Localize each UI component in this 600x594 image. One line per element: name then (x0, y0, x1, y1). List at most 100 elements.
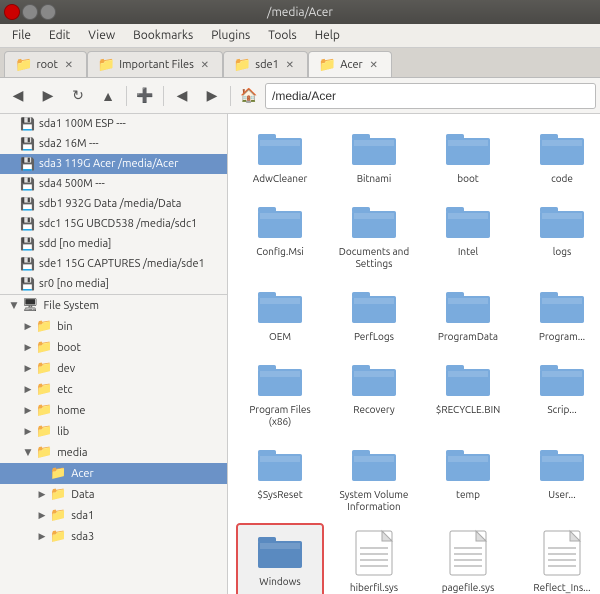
drive-label: sda2 16M --- (39, 138, 99, 150)
file-item[interactable]: logs (518, 195, 600, 276)
tab-important-files[interactable]: 📁 Important Files ✕ (87, 51, 223, 77)
file-name: AdwCleaner (253, 173, 308, 185)
tree-item-label: home (57, 405, 85, 417)
close-button[interactable] (4, 4, 20, 20)
nav-right-button[interactable]: ▶ (198, 82, 226, 110)
file-item[interactable]: Program... (518, 280, 600, 349)
tab-important-files-close[interactable]: ✕ (198, 58, 212, 72)
drive-label: sda4 500M --- (39, 178, 105, 190)
file-item[interactable]: Recovery (330, 353, 418, 434)
file-item[interactable]: boot (424, 122, 512, 191)
drive-item[interactable]: 💾sdc1 15G UBCD538 /media/sdc1 (0, 214, 227, 234)
file-item[interactable]: Program Files (x86) (236, 353, 324, 434)
tree-folder-icon: 🖥 (22, 298, 39, 313)
tab-sde1[interactable]: 📁 sde1 ✕ (223, 51, 308, 77)
tree-item-label: Acer (71, 468, 93, 480)
tree-item[interactable]: ▶📁sda3 (0, 526, 227, 547)
menu-help[interactable]: Help (307, 27, 348, 44)
drive-item[interactable]: 💾sda3 119G Acer /media/Acer (0, 154, 227, 174)
tree-toggle-icon[interactable]: ▶ (22, 405, 34, 416)
tab-root-close[interactable]: ✕ (62, 58, 76, 72)
tree-toggle-icon[interactable]: ▼ (8, 300, 20, 311)
file-item[interactable]: Scrip... (518, 353, 600, 434)
file-item[interactable]: AdwCleaner (236, 122, 324, 191)
menu-tools[interactable]: Tools (260, 27, 305, 44)
tab-sde1-close[interactable]: ✕ (283, 58, 297, 72)
drive-item[interactable]: 💾sda4 500M --- (0, 174, 227, 194)
back-button[interactable]: ◀ (4, 82, 32, 110)
tab-sde1-icon: 📁 (234, 56, 251, 73)
tab-acer[interactable]: 📁 Acer ✕ (308, 51, 392, 77)
folder-icon (256, 531, 304, 574)
drive-item[interactable]: 💾sr0 [no media] (0, 274, 227, 294)
tree-item[interactable]: ▼🖥File System (0, 295, 227, 316)
tree-item-label: bin (57, 321, 72, 333)
file-item[interactable]: Documents and Settings (330, 195, 418, 276)
file-item[interactable]: User... (518, 438, 600, 519)
tree-toggle-icon[interactable]: ▶ (22, 426, 34, 437)
file-item[interactable]: ProgramData (424, 280, 512, 349)
drive-item[interactable]: 💾sde1 15G CAPTURES /media/sde1 (0, 254, 227, 274)
file-item[interactable]: Config.Msi (236, 195, 324, 276)
tree-toggle-icon[interactable]: ▼ (22, 447, 34, 458)
drive-item[interactable]: 💾sdd [no media] (0, 234, 227, 254)
tree-item[interactable]: ▶📁sda1 (0, 505, 227, 526)
tree-list: ▼🖥File System▶📁bin▶📁boot▶📁dev▶📁etc▶📁home… (0, 295, 227, 547)
file-item[interactable]: OEM (236, 280, 324, 349)
menu-view[interactable]: View (80, 27, 123, 44)
tree-item[interactable]: ▶📁home (0, 400, 227, 421)
up-button[interactable]: ▲ (94, 82, 122, 110)
tree-item[interactable]: ▶📁Data (0, 484, 227, 505)
tree-toggle-icon[interactable]: ▶ (36, 489, 48, 500)
tree-toggle-icon[interactable]: ▶ (22, 342, 34, 353)
right-panel[interactable]: AdwCleaner Bitnamibootcode Config.MsiDocum… (228, 114, 600, 594)
file-name: OEM (269, 331, 291, 343)
file-item[interactable]: temp (424, 438, 512, 519)
window-controls[interactable] (4, 4, 56, 20)
folder-icon (444, 444, 492, 487)
nav-left-button[interactable]: ◀ (168, 82, 196, 110)
tree-toggle-icon[interactable]: ▶ (22, 384, 34, 395)
tree-toggle-icon[interactable]: ▶ (36, 510, 48, 521)
file-item[interactable]: Intel (424, 195, 512, 276)
file-item[interactable]: Windows (236, 523, 324, 594)
tab-root[interactable]: 📁 root ✕ (4, 51, 87, 77)
refresh-button[interactable]: ↻ (64, 82, 92, 110)
forward-button[interactable]: ▶ (34, 82, 62, 110)
tree-toggle-icon[interactable]: ▶ (22, 363, 34, 374)
tree-item[interactable]: ▶📁dev (0, 358, 227, 379)
new-folder-button[interactable]: ➕ (131, 82, 159, 110)
file-item[interactable]: $RECYCLE.BIN (424, 353, 512, 434)
drive-list: 💾sda1 100M ESP ---💾sda2 16M ---💾sda3 119… (0, 114, 227, 294)
home-button[interactable]: 🏠 (235, 82, 263, 110)
file-item[interactable]: Reflect_Ins... (518, 523, 600, 594)
drive-item[interactable]: 💾sdb1 932G Data /media/Data (0, 194, 227, 214)
file-item[interactable]: hiberfil.sys (330, 523, 418, 594)
file-item[interactable]: System Volume Information (330, 438, 418, 519)
file-item[interactable]: $SysReset (236, 438, 324, 519)
file-item[interactable]: Bitnami (330, 122, 418, 191)
menu-edit[interactable]: Edit (41, 27, 78, 44)
file-name: Program... (539, 331, 585, 343)
file-item[interactable]: PerfLogs (330, 280, 418, 349)
maximize-button[interactable] (40, 4, 56, 20)
tree-item[interactable]: ▼📁media (0, 442, 227, 463)
menu-bookmarks[interactable]: Bookmarks (125, 27, 201, 44)
tree-item[interactable]: ▶📁etc (0, 379, 227, 400)
file-item[interactable]: pagefile.sys (424, 523, 512, 594)
drive-item[interactable]: 💾sda2 16M --- (0, 134, 227, 154)
address-bar[interactable] (265, 83, 596, 109)
file-item[interactable]: code (518, 122, 600, 191)
menu-file[interactable]: File (4, 27, 39, 44)
tree-toggle-icon[interactable]: ▶ (36, 531, 48, 542)
minimize-button[interactable] (22, 4, 38, 20)
file-icon (448, 529, 488, 580)
tree-item[interactable]: ▶📁boot (0, 337, 227, 358)
tree-item[interactable]: ▶📁bin (0, 316, 227, 337)
tab-acer-close[interactable]: ✕ (367, 58, 381, 72)
menu-plugins[interactable]: Plugins (203, 27, 258, 44)
tree-item[interactable]: 📁Acer (0, 463, 227, 484)
tree-item[interactable]: ▶📁lib (0, 421, 227, 442)
tree-toggle-icon[interactable]: ▶ (22, 321, 34, 332)
drive-item[interactable]: 💾sda1 100M ESP --- (0, 114, 227, 134)
